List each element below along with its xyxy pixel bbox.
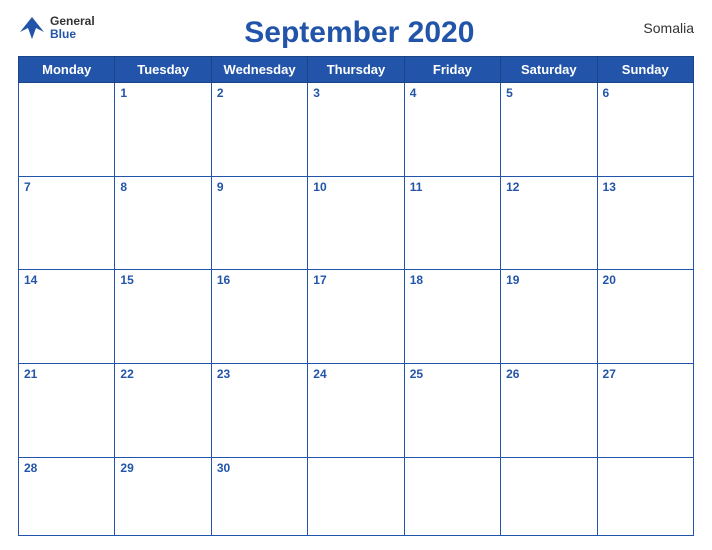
calendar-cell: 14 (19, 270, 115, 364)
day-number: 7 (24, 180, 109, 194)
calendar-cell: 28 (19, 457, 115, 535)
day-number: 29 (120, 461, 205, 475)
calendar-cell (597, 457, 693, 535)
calendar-cell: 12 (501, 176, 597, 270)
calendar-cell: 17 (308, 270, 404, 364)
day-number: 17 (313, 273, 398, 287)
day-number: 3 (313, 86, 398, 100)
day-number: 5 (506, 86, 591, 100)
day-number: 22 (120, 367, 205, 381)
day-number: 8 (120, 180, 205, 194)
calendar-cell: 2 (211, 83, 307, 177)
day-number: 13 (603, 180, 688, 194)
calendar-cell: 16 (211, 270, 307, 364)
header-sunday: Sunday (597, 57, 693, 83)
day-number: 25 (410, 367, 495, 381)
calendar-cell: 10 (308, 176, 404, 270)
calendar-cell (308, 457, 404, 535)
week-row-1: 123456 (19, 83, 694, 177)
calendar-title: September 2020 (95, 14, 624, 50)
calendar-cell: 24 (308, 364, 404, 458)
header-wednesday: Wednesday (211, 57, 307, 83)
header-saturday: Saturday (501, 57, 597, 83)
calendar-cell: 4 (404, 83, 500, 177)
calendar-cell: 26 (501, 364, 597, 458)
day-number: 11 (410, 180, 495, 194)
day-number: 16 (217, 273, 302, 287)
calendar-cell: 1 (115, 83, 211, 177)
day-number: 1 (120, 86, 205, 100)
calendar-cell: 22 (115, 364, 211, 458)
day-number: 26 (506, 367, 591, 381)
week-row-4: 21 22 23 24 25 26 27 (19, 364, 694, 458)
day-number: 30 (217, 461, 302, 475)
calendar-cell: 29 (115, 457, 211, 535)
calendar-cell: 23 (211, 364, 307, 458)
logo-icon (18, 14, 46, 42)
day-number: 21 (24, 367, 109, 381)
calendar-cell: 21 (19, 364, 115, 458)
country-label: Somalia (624, 14, 694, 36)
calendar-cell: 27 (597, 364, 693, 458)
logo: General Blue (18, 14, 95, 42)
day-number: 2 (217, 86, 302, 100)
header-friday: Friday (404, 57, 500, 83)
calendar-cell: 11 (404, 176, 500, 270)
calendar-cell: 5 (501, 83, 597, 177)
calendar-cell (501, 457, 597, 535)
header-thursday: Thursday (308, 57, 404, 83)
day-number: 12 (506, 180, 591, 194)
week-row-5: 28 29 30 (19, 457, 694, 535)
calendar-page: General Blue September 2020 Somalia Mond… (0, 0, 712, 550)
day-number: 10 (313, 180, 398, 194)
day-number: 24 (313, 367, 398, 381)
week-row-2: 789 10 11 12 13 (19, 176, 694, 270)
calendar-cell: 8 (115, 176, 211, 270)
week-row-3: 14 15 16 17 18 19 20 (19, 270, 694, 364)
day-number: 19 (506, 273, 591, 287)
calendar-cell: 7 (19, 176, 115, 270)
day-number: 18 (410, 273, 495, 287)
calendar-cell: 15 (115, 270, 211, 364)
calendar-cell: 9 (211, 176, 307, 270)
day-number: 15 (120, 273, 205, 287)
day-number: 28 (24, 461, 109, 475)
calendar-cell: 6 (597, 83, 693, 177)
calendar-cell: 3 (308, 83, 404, 177)
logo-text: General Blue (50, 15, 95, 41)
calendar-cell: 25 (404, 364, 500, 458)
calendar-cell: 18 (404, 270, 500, 364)
calendar-cell: 20 (597, 270, 693, 364)
calendar-cell (19, 83, 115, 177)
day-number: 27 (603, 367, 688, 381)
day-number: 23 (217, 367, 302, 381)
logo-blue-text: Blue (50, 28, 95, 41)
day-number: 9 (217, 180, 302, 194)
day-number: 6 (603, 86, 688, 100)
header: General Blue September 2020 Somalia (18, 14, 694, 50)
calendar-cell: 19 (501, 270, 597, 364)
header-tuesday: Tuesday (115, 57, 211, 83)
calendar-cell: 13 (597, 176, 693, 270)
calendar-cell (404, 457, 500, 535)
calendar-table: Monday Tuesday Wednesday Thursday Friday… (18, 56, 694, 536)
header-monday: Monday (19, 57, 115, 83)
day-number: 4 (410, 86, 495, 100)
day-number: 14 (24, 273, 109, 287)
day-number: 20 (603, 273, 688, 287)
weekday-header-row: Monday Tuesday Wednesday Thursday Friday… (19, 57, 694, 83)
calendar-cell: 30 (211, 457, 307, 535)
